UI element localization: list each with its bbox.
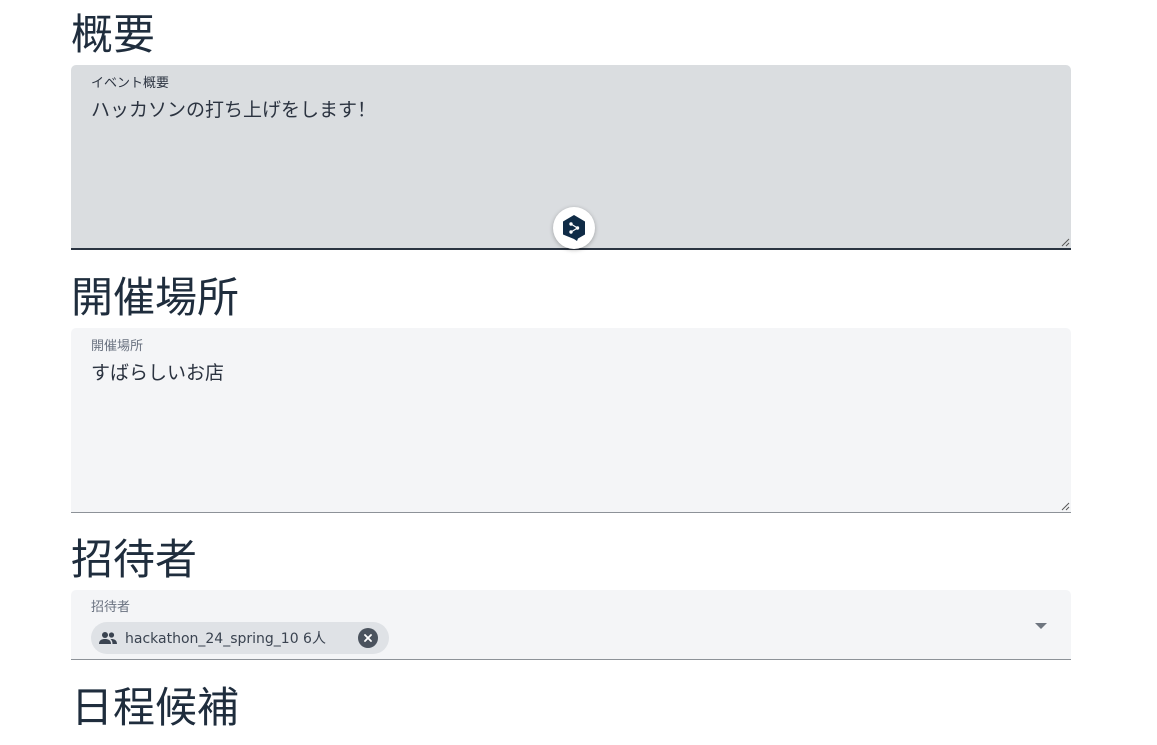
event-overview-label: イベント概要 <box>91 76 170 91</box>
event-overview-value[interactable]: ハッカソンの打ち上げをします！ <box>91 98 376 122</box>
schedule-heading: 日程候補 <box>71 683 240 732</box>
invitees-select[interactable]: 招待者 hackathon_24_spring_10 6人 <box>71 590 1071 660</box>
invitee-chip[interactable]: hackathon_24_spring_10 6人 <box>91 622 389 654</box>
deepl-translate-icon[interactable] <box>553 207 595 249</box>
overview-heading: 概要 <box>71 10 156 59</box>
invitees-heading: 招待者 <box>71 535 198 584</box>
location-value[interactable]: すばらしいお店 <box>91 361 224 385</box>
invitee-chip-label: hackathon_24_spring_10 6人 <box>125 631 326 647</box>
location-label: 開催場所 <box>91 339 144 354</box>
invitees-label: 招待者 <box>91 600 131 615</box>
resize-handle-icon[interactable] <box>1060 501 1070 511</box>
dropdown-arrow-icon[interactable] <box>1035 623 1047 629</box>
group-icon <box>99 632 117 644</box>
resize-handle-icon[interactable] <box>1060 237 1070 247</box>
location-heading: 開催場所 <box>71 273 240 322</box>
location-textarea[interactable]: 開催場所 すばらしいお店 <box>71 328 1071 513</box>
event-form: 概要 イベント概要 ハッカソンの打ち上げをします！ 開催場所 開催場所 すばらし… <box>0 0 1157 745</box>
chip-remove-icon[interactable] <box>358 628 378 648</box>
